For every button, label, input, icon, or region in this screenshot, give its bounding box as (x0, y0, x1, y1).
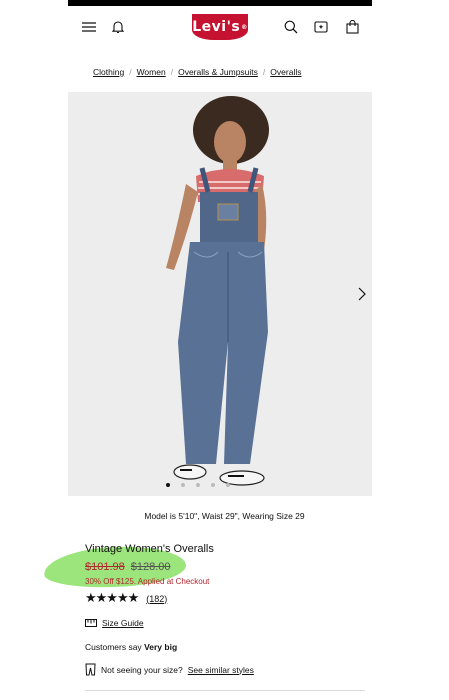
gallery-dot-2[interactable] (181, 483, 185, 487)
promo-text: 30% Off $125. Applied at Checkout (85, 577, 210, 586)
size-guide-label: Size Guide (102, 618, 144, 628)
similar-styles-row: Not seeing your size? See similar styles (85, 663, 254, 676)
original-price: $128.00 (130, 561, 171, 573)
gallery-dot-4[interactable] (211, 483, 215, 487)
breadcrumb-overalls[interactable]: Overalls (270, 67, 301, 77)
breadcrumb-separator: / (262, 67, 266, 77)
rating-row: ★★★★★ (182) (85, 591, 167, 606)
pants-icon (85, 663, 96, 676)
search-icon[interactable] (280, 16, 302, 38)
see-similar-styles-link[interactable]: See similar styles (188, 665, 254, 675)
breadcrumb-separator: / (170, 67, 174, 77)
fit-prefix: Customers say (85, 642, 142, 652)
fit-value: Very big (144, 642, 178, 652)
site-header: Levi's ® (68, 6, 372, 50)
breadcrumb-separator: / (129, 67, 132, 77)
fit-feedback: Customers say Very big (85, 642, 177, 652)
gallery-dot-3[interactable] (196, 483, 200, 487)
sale-price: $101.98 (85, 561, 125, 573)
bell-icon[interactable] (107, 16, 129, 38)
breadcrumb-clothing[interactable]: Clothing (93, 67, 124, 77)
price-row: $101.98 $128.00 (85, 561, 171, 573)
menu-icon[interactable] (78, 16, 100, 38)
gallery-pagination (166, 483, 230, 487)
product-photo (68, 92, 372, 496)
model-info: Model is 5'10", Waist 29", Wearing Size … (144, 511, 305, 521)
next-image-button[interactable] (354, 282, 370, 306)
similar-question: Not seeing your size? (101, 664, 183, 675)
gallery-dot-5[interactable] (226, 483, 230, 487)
breadcrumb-overalls-jumpsuits[interactable]: Overalls & Jumpsuits (178, 67, 258, 77)
chevron-right-icon (358, 287, 366, 301)
star-rating-icon: ★★★★★ (85, 591, 139, 606)
divider (85, 690, 365, 691)
bag-icon[interactable] (341, 16, 363, 38)
breadcrumb: Clothing / Women / Overalls & Jumpsuits … (93, 67, 301, 77)
product-image-gallery[interactable] (68, 92, 372, 496)
size-guide-link[interactable]: Size Guide (85, 618, 144, 628)
review-count-link[interactable]: (182) (146, 594, 167, 604)
ai-search-icon[interactable] (310, 16, 332, 38)
levis-logo[interactable]: Levi's ® (192, 14, 248, 40)
gallery-dot-1[interactable] (166, 483, 170, 487)
product-title: Vintage Women's Overalls (85, 543, 214, 555)
ruler-icon (85, 619, 97, 627)
breadcrumb-women[interactable]: Women (137, 67, 166, 77)
